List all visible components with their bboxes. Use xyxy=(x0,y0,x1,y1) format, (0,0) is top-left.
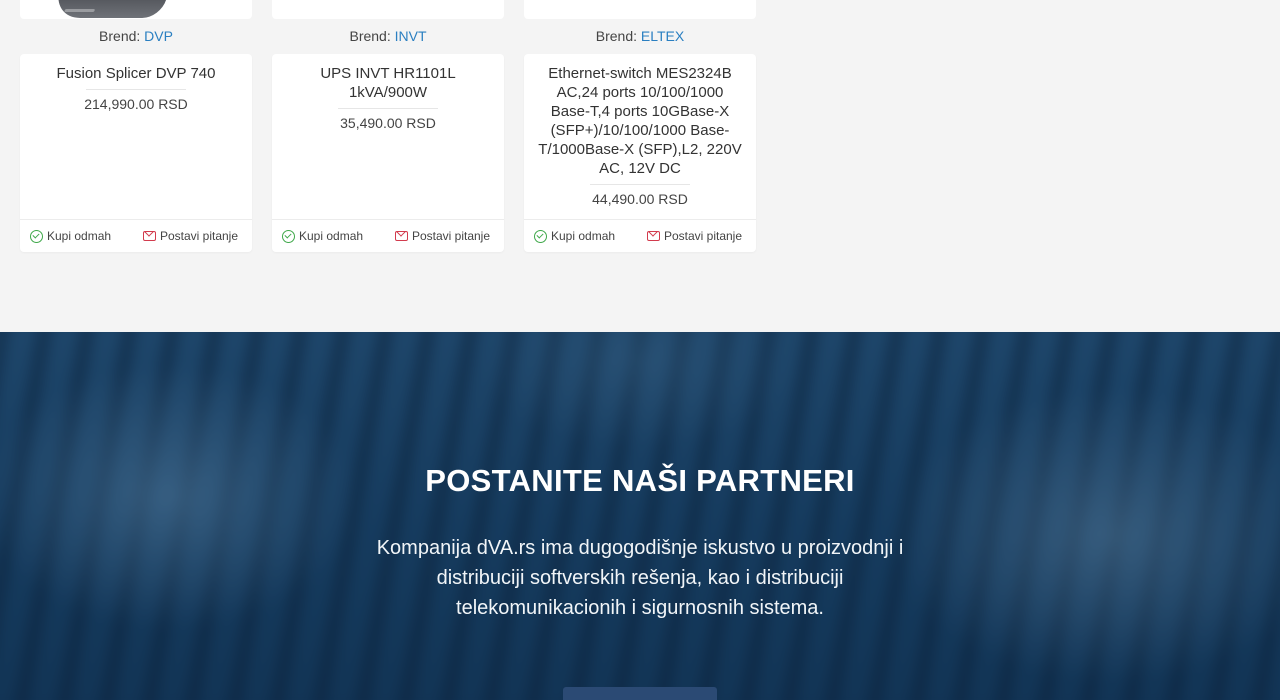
brand-label: Brend: xyxy=(99,28,141,44)
check-circle-icon xyxy=(534,229,547,243)
buy-now-button[interactable]: Kupi odmah xyxy=(282,229,363,243)
product-price: 214,990.00 RSD xyxy=(84,96,188,112)
product-title[interactable]: Ethernet-switch MES2324B AC,24 ports 10/… xyxy=(534,64,746,178)
divider xyxy=(590,184,690,185)
buy-now-button[interactable]: Kupi odmah xyxy=(534,229,615,243)
product-price: 35,490.00 RSD xyxy=(340,115,436,131)
divider xyxy=(86,89,186,90)
banner-description: Kompanija dVA.rs ima dugogodišnje iskust… xyxy=(376,537,904,619)
product-brand: Brend: INVT xyxy=(272,19,504,54)
buy-now-label: Kupi odmah xyxy=(551,229,616,243)
buy-now-label: Kupi odmah xyxy=(299,229,364,243)
fusion-splicer-image xyxy=(50,0,176,18)
check-circle-icon xyxy=(282,229,295,243)
brand-link[interactable]: ELTEX xyxy=(641,28,684,44)
envelope-icon xyxy=(646,231,660,241)
brand-label: Brend: xyxy=(595,28,638,44)
banner-title: POSTANITE NAŠI PARTNERI xyxy=(425,463,855,498)
buy-now-label: Kupi odmah xyxy=(47,229,112,243)
product-image[interactable] xyxy=(20,0,252,19)
product-grid: Brend: DVP Fusion Splicer DVP 740 214,99… xyxy=(20,0,760,260)
check-circle-icon xyxy=(30,229,43,243)
ask-question-button[interactable]: Postavi pitanje xyxy=(394,229,490,243)
product-info-card: Ethernet-switch MES2324B AC,24 ports 10/… xyxy=(524,54,756,252)
envelope-icon xyxy=(142,231,156,241)
product-title[interactable]: UPS INVT HR1101L 1kVA/900W xyxy=(282,64,494,102)
product-price: 44,490.00 RSD xyxy=(592,191,688,207)
product-card: Brend: INVT UPS INVT HR1101L 1kVA/900W 3… xyxy=(272,0,504,252)
product-card: Brend: ELTEX Ethernet-switch MES2324B AC… xyxy=(524,0,756,252)
product-brand: Brend: ELTEX xyxy=(524,19,756,54)
envelope-icon xyxy=(394,231,408,241)
partner-cta-button[interactable] xyxy=(563,687,717,700)
ask-question-button[interactable]: Postavi pitanje xyxy=(142,229,238,243)
ask-question-button[interactable]: Postavi pitanje xyxy=(646,229,742,243)
ask-question-label: Postavi pitanje xyxy=(411,229,490,243)
brand-link[interactable]: INVT xyxy=(395,28,427,44)
product-brand: Brend: DVP xyxy=(20,19,252,54)
ask-question-label: Postavi pitanje xyxy=(159,229,238,243)
buy-now-button[interactable]: Kupi odmah xyxy=(30,229,111,243)
product-image[interactable] xyxy=(272,0,504,19)
divider xyxy=(338,108,438,109)
partner-banner: POSTANITE NAŠI PARTNERI Kompanija dVA.rs… xyxy=(0,332,1280,700)
product-info-card: Fusion Splicer DVP 740 214,990.00 RSD Ku… xyxy=(20,54,252,252)
brand-link[interactable]: DVP xyxy=(144,28,173,44)
product-image[interactable] xyxy=(524,0,756,19)
product-title[interactable]: Fusion Splicer DVP 740 xyxy=(30,64,242,83)
product-info-card: UPS INVT HR1101L 1kVA/900W 35,490.00 RSD… xyxy=(272,54,504,252)
brand-label: Brend: xyxy=(349,28,391,44)
ask-question-label: Postavi pitanje xyxy=(663,229,742,243)
product-card: Brend: DVP Fusion Splicer DVP 740 214,99… xyxy=(20,0,252,252)
